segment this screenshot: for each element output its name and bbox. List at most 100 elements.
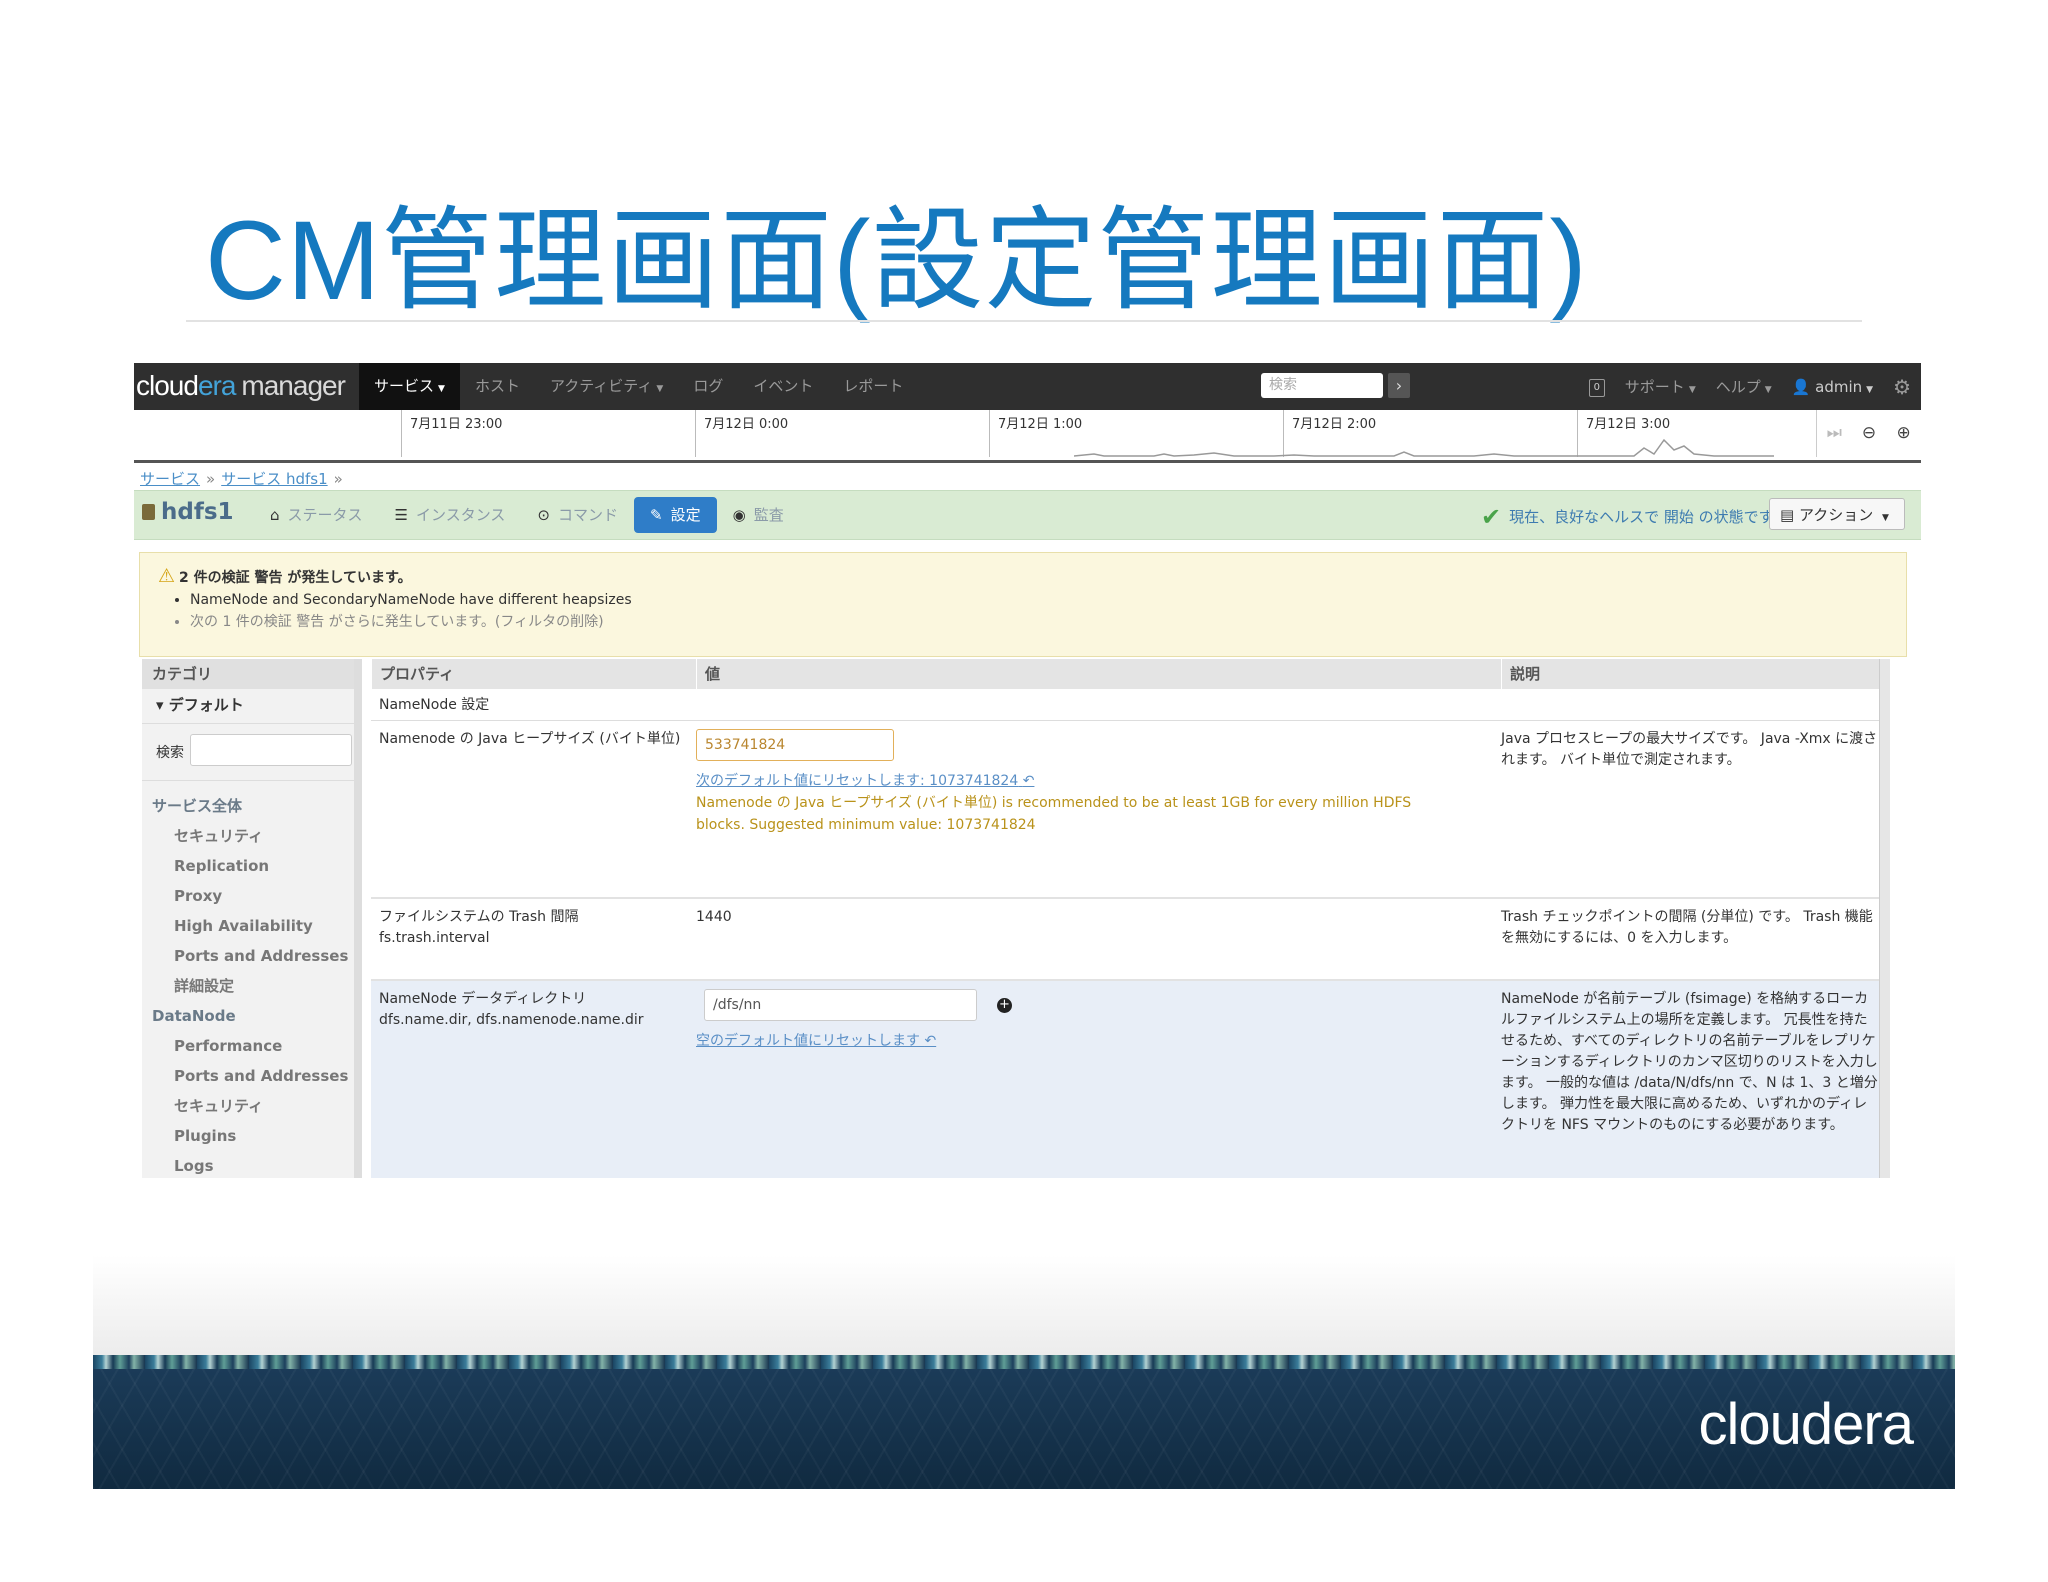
tab-instances[interactable]: ☰ インスタンス (379, 497, 522, 533)
zoom-in-icon[interactable]: ⊕ (1886, 410, 1921, 457)
tab-status[interactable]: ⌂ ステータス (254, 497, 379, 533)
actions-button[interactable]: ▤ アクション ▼ (1769, 498, 1905, 530)
nav-reports[interactable]: レポート (828, 363, 918, 410)
logo-text: cloud (136, 370, 199, 401)
footer-fade (93, 1255, 1955, 1355)
property-name: ファイルシステムの Trash 間隔 fs.trash.interval (379, 907, 689, 949)
validation-message-line: Namenode の Java ヒープサイズ (バイト単位) is recomm… (696, 795, 1412, 811)
tab-commands[interactable]: ⊙ コマンド (521, 497, 634, 533)
banner-strip (93, 1355, 1955, 1369)
nav-events[interactable]: イベント (738, 363, 828, 410)
reset-default-link[interactable]: 空のデフォルト値にリセットします ↶ (696, 1031, 1496, 1052)
nav-reports-label: レポート (843, 377, 904, 395)
sidebar-item[interactable]: High Availability (142, 911, 354, 941)
sidebar-item[interactable]: Replication (142, 851, 354, 881)
sidebar-item[interactable]: Performance (142, 1031, 354, 1061)
nav-services[interactable]: サービス ▼ (359, 363, 460, 410)
sidebar-item[interactable]: Plugins (142, 1121, 354, 1151)
nav-services-label: サービス (374, 377, 435, 395)
sidebar-item[interactable]: セキュリティ (142, 821, 354, 851)
property-label: NameNode データディレクトリ (379, 991, 587, 1007)
tab-instances-label: インスタンス (416, 506, 506, 524)
add-icon[interactable]: + (997, 997, 1012, 1013)
group-row: NameNode 設定 (371, 689, 1890, 721)
heap-size-input[interactable]: 533741824 (696, 729, 894, 761)
gear-icon[interactable]: ⚙ (1883, 375, 1921, 399)
property-value[interactable]: 1440 (696, 907, 1496, 928)
sidebar-item[interactable]: Proxy (142, 881, 354, 911)
validation-message: Namenode の Java ヒープサイズ (バイト単位) is recomm… (696, 792, 1496, 836)
nav-activities-label: アクティビティ (549, 377, 653, 395)
sidebar-item[interactable]: Logs (142, 1151, 354, 1178)
list-icon: ☰ (394, 506, 408, 524)
main-nav: サービス ▼ ホスト アクティビティ ▼ ログ イベント レポート (359, 363, 918, 410)
health-status: ✔ 現在、良好なヘルスで 開始 の状態です (1481, 503, 1774, 531)
warning-title: ⚠ 2 件の検証 警告 が発生しています。 (158, 565, 412, 587)
tab-commands-label: コマンド (557, 506, 618, 524)
category-sidebar: カテゴリ ▾ デフォルト 検索 サービス全体 セキュリティ Replication P… (142, 659, 362, 1178)
zoom-out-icon[interactable]: ⊖ (1852, 410, 1887, 457)
property-value-cell: /dfs/nn + 空のデフォルト値にリセットします ↶ (696, 989, 1496, 1052)
service-name-text: hdfs1 (161, 499, 234, 525)
home-icon: ⌂ (270, 506, 280, 524)
breadcrumb-services[interactable]: サービス (140, 470, 200, 488)
breadcrumb-hdfs1[interactable]: サービス hdfs1 (221, 470, 327, 488)
parcel-icon[interactable]: 0 (1579, 376, 1615, 397)
tab-audit[interactable]: ◉ 監査 (717, 497, 800, 533)
column-header-value: 値 (696, 659, 1501, 689)
property-value-cell: 533741824 次のデフォルト値にリセットします: 1073741824 ↶… (696, 729, 1496, 836)
cloudera-logo: cloudera (1698, 1392, 1914, 1457)
user-menu[interactable]: 👤 admin ▼ (1782, 378, 1883, 396)
edit-icon: ✎ (650, 506, 663, 524)
top-navbar: cloudera manager サービス ▼ ホスト アクティビティ ▼ ログ イベ… (134, 363, 1921, 410)
search-submit-icon[interactable]: › (1388, 373, 1410, 398)
undo-icon: ↶ (1022, 773, 1035, 789)
tab-status-label: ステータス (287, 506, 363, 524)
nav-logs[interactable]: ログ (678, 363, 738, 410)
tab-audit-label: 監査 (753, 506, 784, 524)
sidebar-item[interactable]: Ports and Addresses (142, 941, 354, 971)
logo-text-manager: manager (241, 370, 346, 401)
chevron-down-icon: ▼ (438, 384, 445, 394)
cloudera-manager-logo[interactable]: cloudera manager (136, 370, 346, 402)
warning-title-text: 2 件の検証 警告 が発生しています。 (179, 570, 412, 586)
sidebar-group[interactable]: DataNode (142, 1001, 354, 1031)
sidebar-group[interactable]: サービス全体 (142, 791, 354, 821)
sidebar-item[interactable]: セキュリティ (142, 1091, 354, 1121)
column-header-description: 説明 (1501, 659, 1880, 689)
table-header: プロパティ 値 説明 (371, 659, 1890, 689)
data-dir-input[interactable]: /dfs/nn (704, 989, 977, 1021)
nav-hosts[interactable]: ホスト (460, 363, 535, 410)
global-search-input[interactable]: 検索 (1261, 373, 1383, 398)
sidebar-item[interactable]: Ports and Addresses (142, 1061, 354, 1091)
right-nav: 0 サポート ▼ ヘルプ ▼ 👤 admin ▼ ⚙ (1579, 363, 1921, 410)
timeline-tick: 7月12日 1:00 (989, 410, 1082, 457)
sidebar-item[interactable]: 詳細設定 (142, 971, 354, 1001)
service-name: hdfs1 (142, 499, 234, 525)
cloudera-manager-screenshot: cloudera manager サービス ▼ ホスト アクティビティ ▼ ログ イベ… (134, 363, 1921, 1178)
tab-configuration[interactable]: ✎ 設定 (634, 497, 717, 533)
sidebar-default-filter[interactable]: ▾ デフォルト (142, 689, 354, 721)
nav-help[interactable]: ヘルプ ▼ (1706, 376, 1782, 397)
sidebar-search-input[interactable] (190, 734, 352, 766)
property-description: Java プロセスヒープの最大サイズです。 Java -Xmx に渡されます。 … (1501, 731, 1878, 768)
warning-item-more[interactable]: 次の 1 件の検証 警告 がさらに発生しています。(フィルタの削除) (190, 611, 632, 633)
table-scrollbar[interactable] (1879, 659, 1890, 1178)
timeline-activity-graph (1074, 438, 1774, 457)
skip-to-now-icon[interactable]: ⏭ (1817, 410, 1852, 457)
timeline[interactable]: 7月11日 23:00 7月12日 0:00 7月12日 1:00 7月12日 … (134, 410, 1921, 463)
user-name: admin (1815, 377, 1863, 396)
table-row: NameNode データディレクトリ dfs.name.dir, dfs.name… (371, 981, 1890, 1178)
nav-activities[interactable]: アクティビティ ▼ (535, 363, 678, 410)
warning-item: NameNode and SecondaryNameNode have diff… (190, 589, 632, 611)
timeline-controls: ⏭ ⊖ ⊕ (1816, 410, 1921, 457)
nav-hosts-label: ホスト (474, 377, 520, 395)
table-row: ファイルシステムの Trash 間隔 fs.trash.interval 1440… (371, 899, 1890, 981)
chevron-down-icon: ▼ (656, 384, 664, 394)
sidebar-header: カテゴリ (142, 659, 354, 689)
nav-support[interactable]: サポート ▼ (1615, 376, 1706, 397)
chevron-down-icon: ▼ (1866, 384, 1874, 395)
property-key: dfs.name.dir, dfs.namenode.name.dir (379, 1012, 644, 1028)
reset-default-link[interactable]: 次のデフォルト値にリセットします: 1073741824 ↶ (696, 771, 1496, 792)
tab-configuration-label: 設定 (670, 506, 701, 524)
